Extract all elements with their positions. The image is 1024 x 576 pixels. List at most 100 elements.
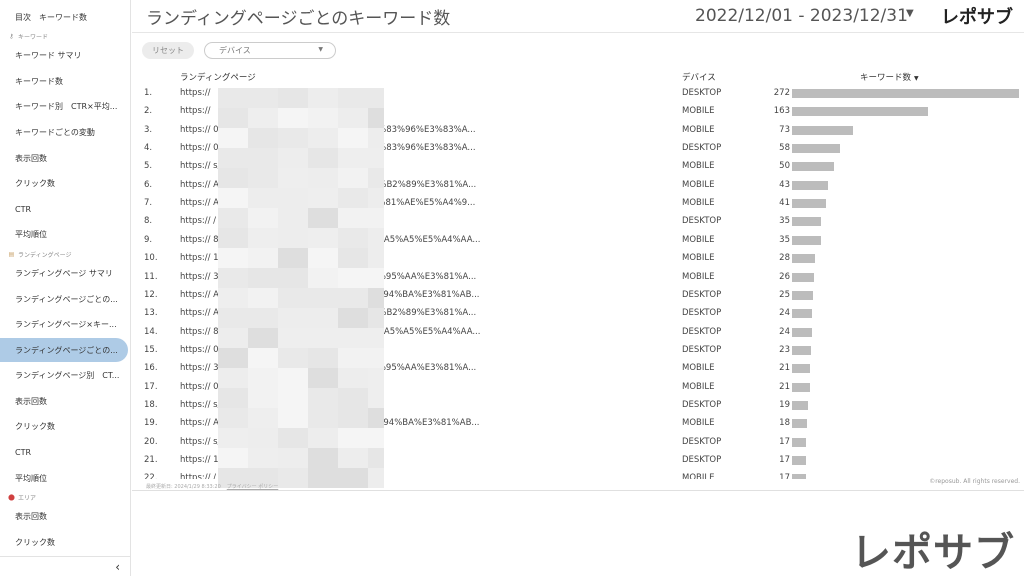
mosaic-tile (368, 88, 384, 108)
sidebar-item[interactable]: キーワード サマリ (0, 43, 128, 67)
mosaic-tile (218, 88, 248, 108)
sidebar-item-label: 目次 キーワード数 (15, 12, 87, 22)
mosaic-tile (338, 448, 368, 468)
sidebar-section-header: ⬤ エリア (0, 491, 128, 503)
keyword-count-bar (792, 144, 841, 154)
mosaic-tile (248, 248, 278, 268)
mosaic-tile (338, 388, 368, 408)
sidebar-item[interactable]: キーワードごとの変動 (0, 120, 128, 144)
mosaic-tile (308, 228, 338, 248)
row-index: 19. (144, 418, 158, 429)
sidebar-item-label: ランディングページ別 CT... (15, 370, 120, 380)
sidebar-item[interactable]: 平均順位 (0, 466, 128, 490)
date-range-picker[interactable]: 2022/12/01 - 2023/12/31 (695, 6, 908, 26)
row-index: 3. (144, 124, 153, 135)
mosaic-tile (338, 428, 368, 448)
mosaic-tile (278, 368, 308, 388)
mosaic-tile (338, 308, 368, 328)
keyword-count-bar (792, 254, 816, 264)
keyword-count-bar (792, 290, 813, 300)
sidebar-item[interactable]: ランディングページ サマリ (0, 261, 128, 285)
mosaic-tile (218, 228, 248, 248)
sidebar-item[interactable]: ランディングページ別 CT... (0, 363, 128, 387)
sidebar-section-label: エリア (18, 494, 37, 502)
mosaic-tile (218, 168, 248, 188)
keyword-count-bar (792, 107, 929, 117)
mosaic-tile (248, 408, 278, 428)
mosaic-tile (248, 448, 278, 468)
mosaic-tile (338, 268, 368, 288)
column-header-device[interactable]: デバイス (682, 71, 716, 83)
keyword-count: 23 (779, 344, 790, 355)
sidebar-item[interactable]: 平均順位 (0, 222, 128, 246)
keyword-count-bar (792, 400, 808, 410)
chevron-down-icon[interactable]: ▼ (906, 8, 914, 19)
device-filter-dropdown[interactable]: デバイス ▼ (204, 42, 336, 59)
sidebar-item[interactable]: キーワード別 CTR×平均... (0, 94, 128, 118)
sidebar-item[interactable]: CTR (0, 440, 128, 464)
mosaic-tile (308, 428, 338, 448)
mosaic-tile (338, 348, 368, 368)
sidebar-item[interactable]: 表示回数 (0, 146, 128, 170)
sidebar-section-label: キーワード (18, 33, 49, 41)
row-index: 2. (144, 106, 153, 117)
mosaic-tile (308, 248, 338, 268)
mosaic-tile (278, 148, 308, 168)
sidebar-item-label: CTR (15, 447, 32, 457)
keyword-count-bar (792, 345, 812, 355)
row-index: 1. (144, 88, 153, 98)
mosaic-tile (338, 228, 368, 248)
keyword-count: 35 (779, 234, 790, 245)
sidebar-item[interactable]: 表示回数 (0, 504, 128, 528)
row-index: 5. (144, 161, 153, 172)
sidebar-item[interactable]: CTR (0, 197, 128, 221)
keyword-count-bar (792, 125, 853, 135)
sidebar-item-active[interactable]: ランディングページごとの... (0, 338, 128, 362)
keyword-count-bar (792, 272, 814, 282)
sidebar-item-label: キーワードごとの変動 (15, 127, 95, 137)
mosaic-tile (368, 368, 384, 388)
mosaic-tile (248, 168, 278, 188)
mosaic-tile (308, 308, 338, 328)
sidebar-item[interactable]: 表示回数 (0, 389, 128, 413)
mosaic-tile (308, 188, 338, 208)
mosaic-tile (368, 168, 384, 188)
sidebar-collapse-button[interactable]: ‹ (0, 556, 130, 576)
device-cell: MOBILE (682, 253, 715, 264)
mosaic-tile (308, 108, 338, 128)
mosaic-tile (338, 188, 368, 208)
sidebar-item-label: 平均順位 (15, 473, 47, 483)
mosaic-tile (338, 108, 368, 128)
keyword-count: 21 (779, 381, 790, 392)
reset-button[interactable]: リセット (142, 42, 194, 59)
sidebar-item[interactable]: キーワード数 (0, 69, 128, 93)
row-index: 9. (144, 234, 153, 245)
sidebar-item[interactable]: クリック数 (0, 171, 128, 195)
keyword-count-bar (792, 327, 813, 337)
copyright-text: ©reposub. All rights reserved. (929, 478, 1020, 485)
sidebar-item[interactable]: ランディングページ×キー... (0, 312, 128, 336)
sort-desc-icon: ▼ (914, 75, 919, 82)
mosaic-tile (278, 88, 308, 108)
row-index: 12. (144, 289, 158, 300)
device-cell: DESKTOP (682, 308, 722, 319)
keyword-count-bar (792, 437, 807, 447)
sidebar-item[interactable]: クリック数 (0, 414, 128, 438)
mosaic-tile (278, 348, 308, 368)
sidebar-item[interactable]: ランディングページごとの... (0, 287, 128, 311)
mosaic-tile (218, 348, 248, 368)
device-cell: MOBILE (682, 198, 715, 209)
device-cell: MOBILE (682, 179, 715, 190)
device-cell: MOBILE (682, 473, 715, 479)
mosaic-tile (248, 148, 278, 168)
mosaic-tile (278, 188, 308, 208)
column-header-keywords[interactable]: キーワード数 ▼ (860, 71, 919, 83)
column-header-page[interactable]: ランディングページ (180, 71, 256, 83)
mosaic-tile (278, 288, 308, 308)
mosaic-tile (338, 208, 368, 228)
sidebar-item[interactable]: 目次 キーワード数 (0, 5, 128, 29)
mosaic-tile (218, 448, 248, 468)
mosaic-tile (368, 228, 384, 248)
mosaic-tile (338, 248, 368, 268)
sidebar-item[interactable]: クリック数 (0, 530, 128, 554)
